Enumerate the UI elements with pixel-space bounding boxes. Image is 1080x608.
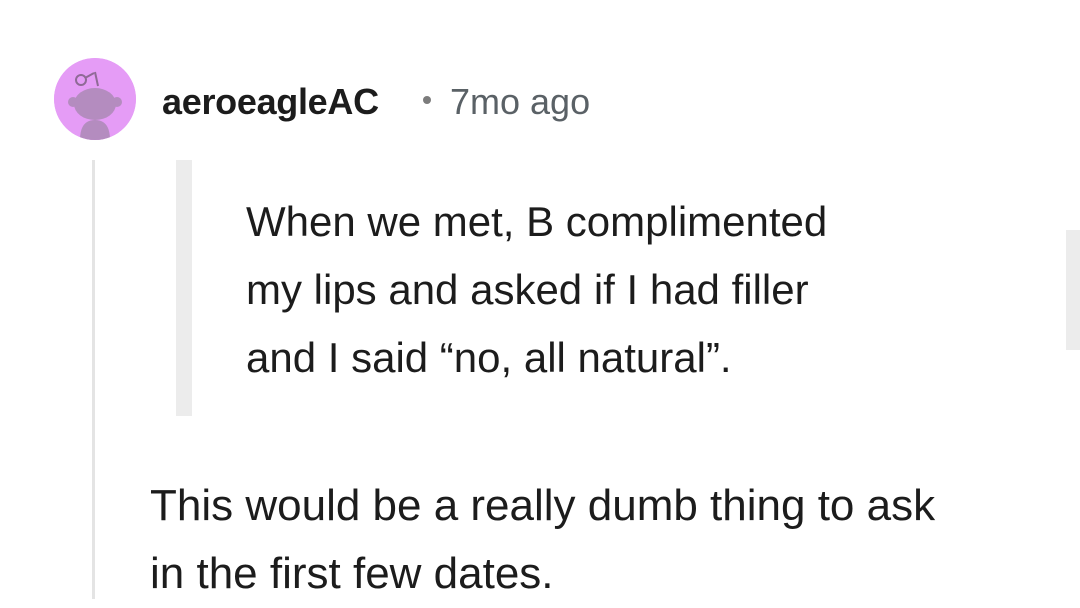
snoo-avatar-icon[interactable] (54, 58, 136, 140)
timestamp: 7mo ago (450, 81, 591, 122)
blockquote-bar (176, 160, 192, 416)
blockquote-line: and I said “no, all natural”. (246, 334, 732, 381)
blockquote-line: my lips and asked if I had filler (246, 266, 809, 313)
username-link[interactable]: aeroeagleAC (162, 80, 379, 124)
comment-body: This would be a really dumb thing to ask… (150, 472, 1050, 608)
separator-dot (423, 96, 431, 104)
comment-body-line: This would be a really dumb thing to ask (150, 481, 936, 530)
edge-scroll-indicator (1066, 230, 1080, 350)
comment-body-line: in the first few dates. (150, 549, 554, 598)
blockquote: When we met, B complimented my lips and … (246, 188, 966, 392)
thread-line[interactable] (92, 160, 95, 599)
blockquote-line: When we met, B complimented (246, 198, 828, 245)
